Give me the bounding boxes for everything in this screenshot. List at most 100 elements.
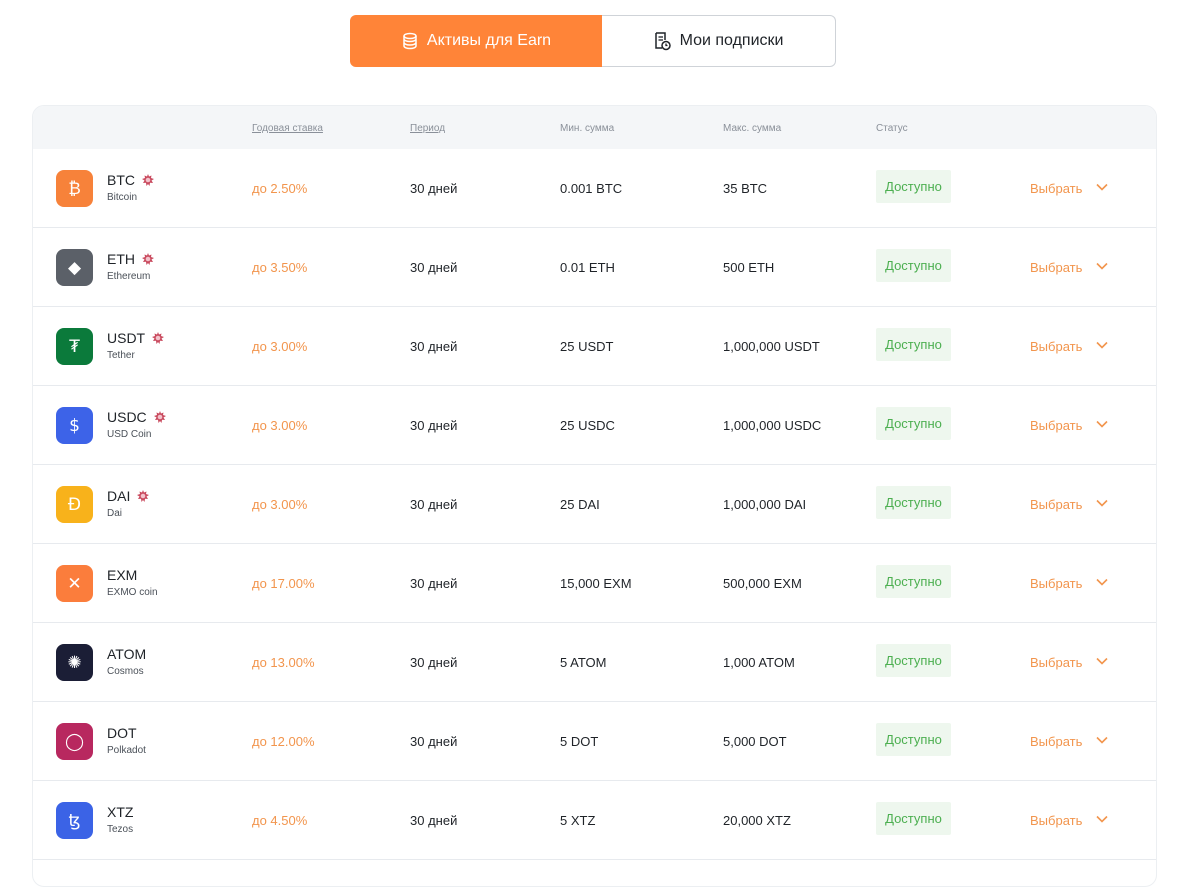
document-clock-icon bbox=[654, 32, 671, 51]
coin-symbol-text: XTZ bbox=[107, 804, 134, 820]
coin-symbol-text: EXM bbox=[107, 567, 138, 583]
choose-button[interactable]: Выбрать bbox=[1030, 734, 1082, 749]
table-row: ✕ EXM EXMO coin до 17.00% 30 дней 15,000 EXM 5… bbox=[33, 544, 1156, 623]
tab-earn-label: Активы для Earn bbox=[426, 32, 552, 49]
coin-symbol-text: BTC bbox=[107, 172, 135, 188]
period-value: 30 дней bbox=[410, 418, 458, 433]
coin-symbol: XTZ bbox=[107, 804, 133, 820]
fire-badge-icon bbox=[137, 489, 150, 502]
coin-symbol-text: DOT bbox=[107, 725, 137, 741]
header-period[interactable]: Период bbox=[410, 123, 445, 134]
coin-glyph: $ bbox=[69, 415, 80, 436]
rate-value: до 3.50% bbox=[252, 260, 308, 275]
choose-button[interactable]: Выбрать bbox=[1030, 339, 1082, 354]
header-max: Макс. сумма bbox=[723, 123, 782, 134]
coin-btc-icon: ₿ bbox=[56, 170, 93, 207]
coin-symbol-text: ATOM bbox=[107, 646, 147, 662]
max-amount-value: 500 ETH bbox=[723, 260, 775, 275]
coin-glyph: ◆ bbox=[67, 257, 82, 278]
choose-button[interactable]: Выбрать bbox=[1030, 181, 1082, 196]
tab-bar: Активы для Earn Мои подписки bbox=[350, 15, 836, 67]
fire-badge-icon bbox=[142, 252, 154, 265]
coin-name: Polkadot bbox=[107, 745, 146, 756]
max-amount-value: 5,000 DOT bbox=[723, 734, 787, 749]
coin-name: Dai bbox=[107, 508, 123, 519]
table-row: ꜩ XTZ Tezos до 4.50% 30 дней 5 XTZ 20,000 XTZ Д… bbox=[33, 781, 1156, 860]
coin-name: Bitcoin bbox=[107, 192, 138, 203]
coin-glyph: ₿ bbox=[68, 178, 81, 199]
min-amount-value: 5 DOT bbox=[560, 734, 599, 749]
coin-glyph: ◯ bbox=[64, 731, 85, 752]
max-amount-value: 1,000,000 DAI bbox=[723, 497, 807, 512]
rate-value: до 17.00% bbox=[252, 576, 315, 591]
chevron-down-icon[interactable] bbox=[1095, 656, 1109, 666]
choose-button[interactable]: Выбрать bbox=[1030, 813, 1082, 828]
coin-exm-icon: ✕ bbox=[56, 565, 93, 602]
coin-glyph: ✺ bbox=[67, 652, 82, 673]
rate-value: до 4.50% bbox=[252, 813, 308, 828]
table-row: $ USDC USD Coin до 3.00% 30 дней 25 USDC 1,000… bbox=[33, 386, 1156, 465]
coin-symbol: EXM bbox=[107, 567, 137, 583]
status-badge: Доступно bbox=[876, 723, 951, 756]
table-row: ✺ ATOM Cosmos до 13.00% 30 дней 5 ATOM 1,000 A… bbox=[33, 623, 1156, 702]
min-amount-value: 25 USDT bbox=[560, 339, 614, 354]
coin-name: Ethereum bbox=[107, 271, 151, 282]
max-amount-value: 1,000 ATOM bbox=[723, 655, 795, 670]
chevron-down-icon[interactable] bbox=[1095, 419, 1109, 429]
min-amount-value: 5 XTZ bbox=[560, 813, 596, 828]
chevron-down-icon[interactable] bbox=[1095, 735, 1109, 745]
earn-assets-table: Годовая ставка Период Мин. сумма Макс. с… bbox=[32, 105, 1157, 887]
status-badge: Доступно bbox=[876, 802, 951, 835]
period-value: 30 дней bbox=[410, 339, 458, 354]
min-amount-value: 5 ATOM bbox=[560, 655, 607, 670]
max-amount-value: 1,000,000 USDT bbox=[723, 339, 820, 354]
choose-button[interactable]: Выбрать bbox=[1030, 418, 1082, 433]
coin-name: Tether bbox=[107, 350, 135, 361]
coin-glyph: Đ bbox=[67, 494, 82, 515]
period-value: 30 дней bbox=[410, 576, 458, 591]
tab-subscriptions-label: Мои подписки bbox=[679, 32, 784, 49]
coin-symbol: DAI bbox=[107, 488, 150, 504]
status-badge: Доступно bbox=[876, 328, 951, 361]
max-amount-value: 1,000,000 USDC bbox=[723, 418, 822, 433]
choose-button[interactable]: Выбрать bbox=[1030, 497, 1082, 512]
coin-dot-icon: ◯ bbox=[56, 723, 93, 760]
choose-button[interactable]: Выбрать bbox=[1030, 576, 1082, 591]
coin-symbol-text: USDC bbox=[107, 409, 147, 425]
chevron-down-icon[interactable] bbox=[1095, 261, 1109, 271]
min-amount-value: 15,000 EXM bbox=[560, 576, 632, 591]
period-value: 30 дней bbox=[410, 813, 458, 828]
chevron-down-icon[interactable] bbox=[1095, 182, 1109, 192]
choose-button[interactable]: Выбрать bbox=[1030, 655, 1082, 670]
coin-usdc-icon: $ bbox=[56, 407, 93, 444]
coin-glyph: ✕ bbox=[67, 573, 82, 594]
header-status: Статус bbox=[876, 123, 908, 134]
chevron-down-icon[interactable] bbox=[1095, 814, 1109, 824]
rate-value: до 2.50% bbox=[252, 181, 308, 196]
status-badge: Доступно bbox=[876, 249, 951, 282]
table-header: Годовая ставка Период Мин. сумма Макс. с… bbox=[33, 106, 1156, 149]
status-badge: Доступно bbox=[876, 170, 951, 203]
chevron-down-icon[interactable] bbox=[1095, 577, 1109, 587]
coins-stack-icon bbox=[403, 32, 417, 50]
chevron-down-icon[interactable] bbox=[1095, 340, 1109, 350]
tab-my-subscriptions[interactable]: Мои подписки bbox=[600, 15, 836, 67]
coin-name: EXMO coin bbox=[107, 587, 158, 598]
status-badge: Доступно bbox=[876, 644, 951, 677]
header-rate[interactable]: Годовая ставка bbox=[252, 123, 323, 134]
choose-button[interactable]: Выбрать bbox=[1030, 260, 1082, 275]
coin-symbol-text: USDT bbox=[107, 330, 146, 346]
coin-usdt-icon: ₮ bbox=[56, 328, 93, 365]
coin-atom-icon: ✺ bbox=[56, 644, 93, 681]
table-row: ◯ DOT Polkadot до 12.00% 30 дней 5 DOT 5,000 D… bbox=[33, 702, 1156, 781]
coin-xtz-icon: ꜩ bbox=[56, 802, 93, 839]
header-min: Мин. сумма bbox=[560, 123, 615, 134]
min-amount-value: 0.001 BTC bbox=[560, 181, 623, 196]
table-row: ₿ BTC Bitcoin до 2.50% 30 дней 0.001 BTC 35 BT… bbox=[33, 149, 1156, 228]
rate-value: до 13.00% bbox=[252, 655, 315, 670]
fire-badge-icon bbox=[152, 331, 165, 344]
coin-eth-icon: ◆ bbox=[56, 249, 93, 286]
period-value: 30 дней bbox=[410, 260, 458, 275]
chevron-down-icon[interactable] bbox=[1095, 498, 1109, 508]
tab-earn-assets[interactable]: Активы для Earn bbox=[350, 15, 602, 67]
